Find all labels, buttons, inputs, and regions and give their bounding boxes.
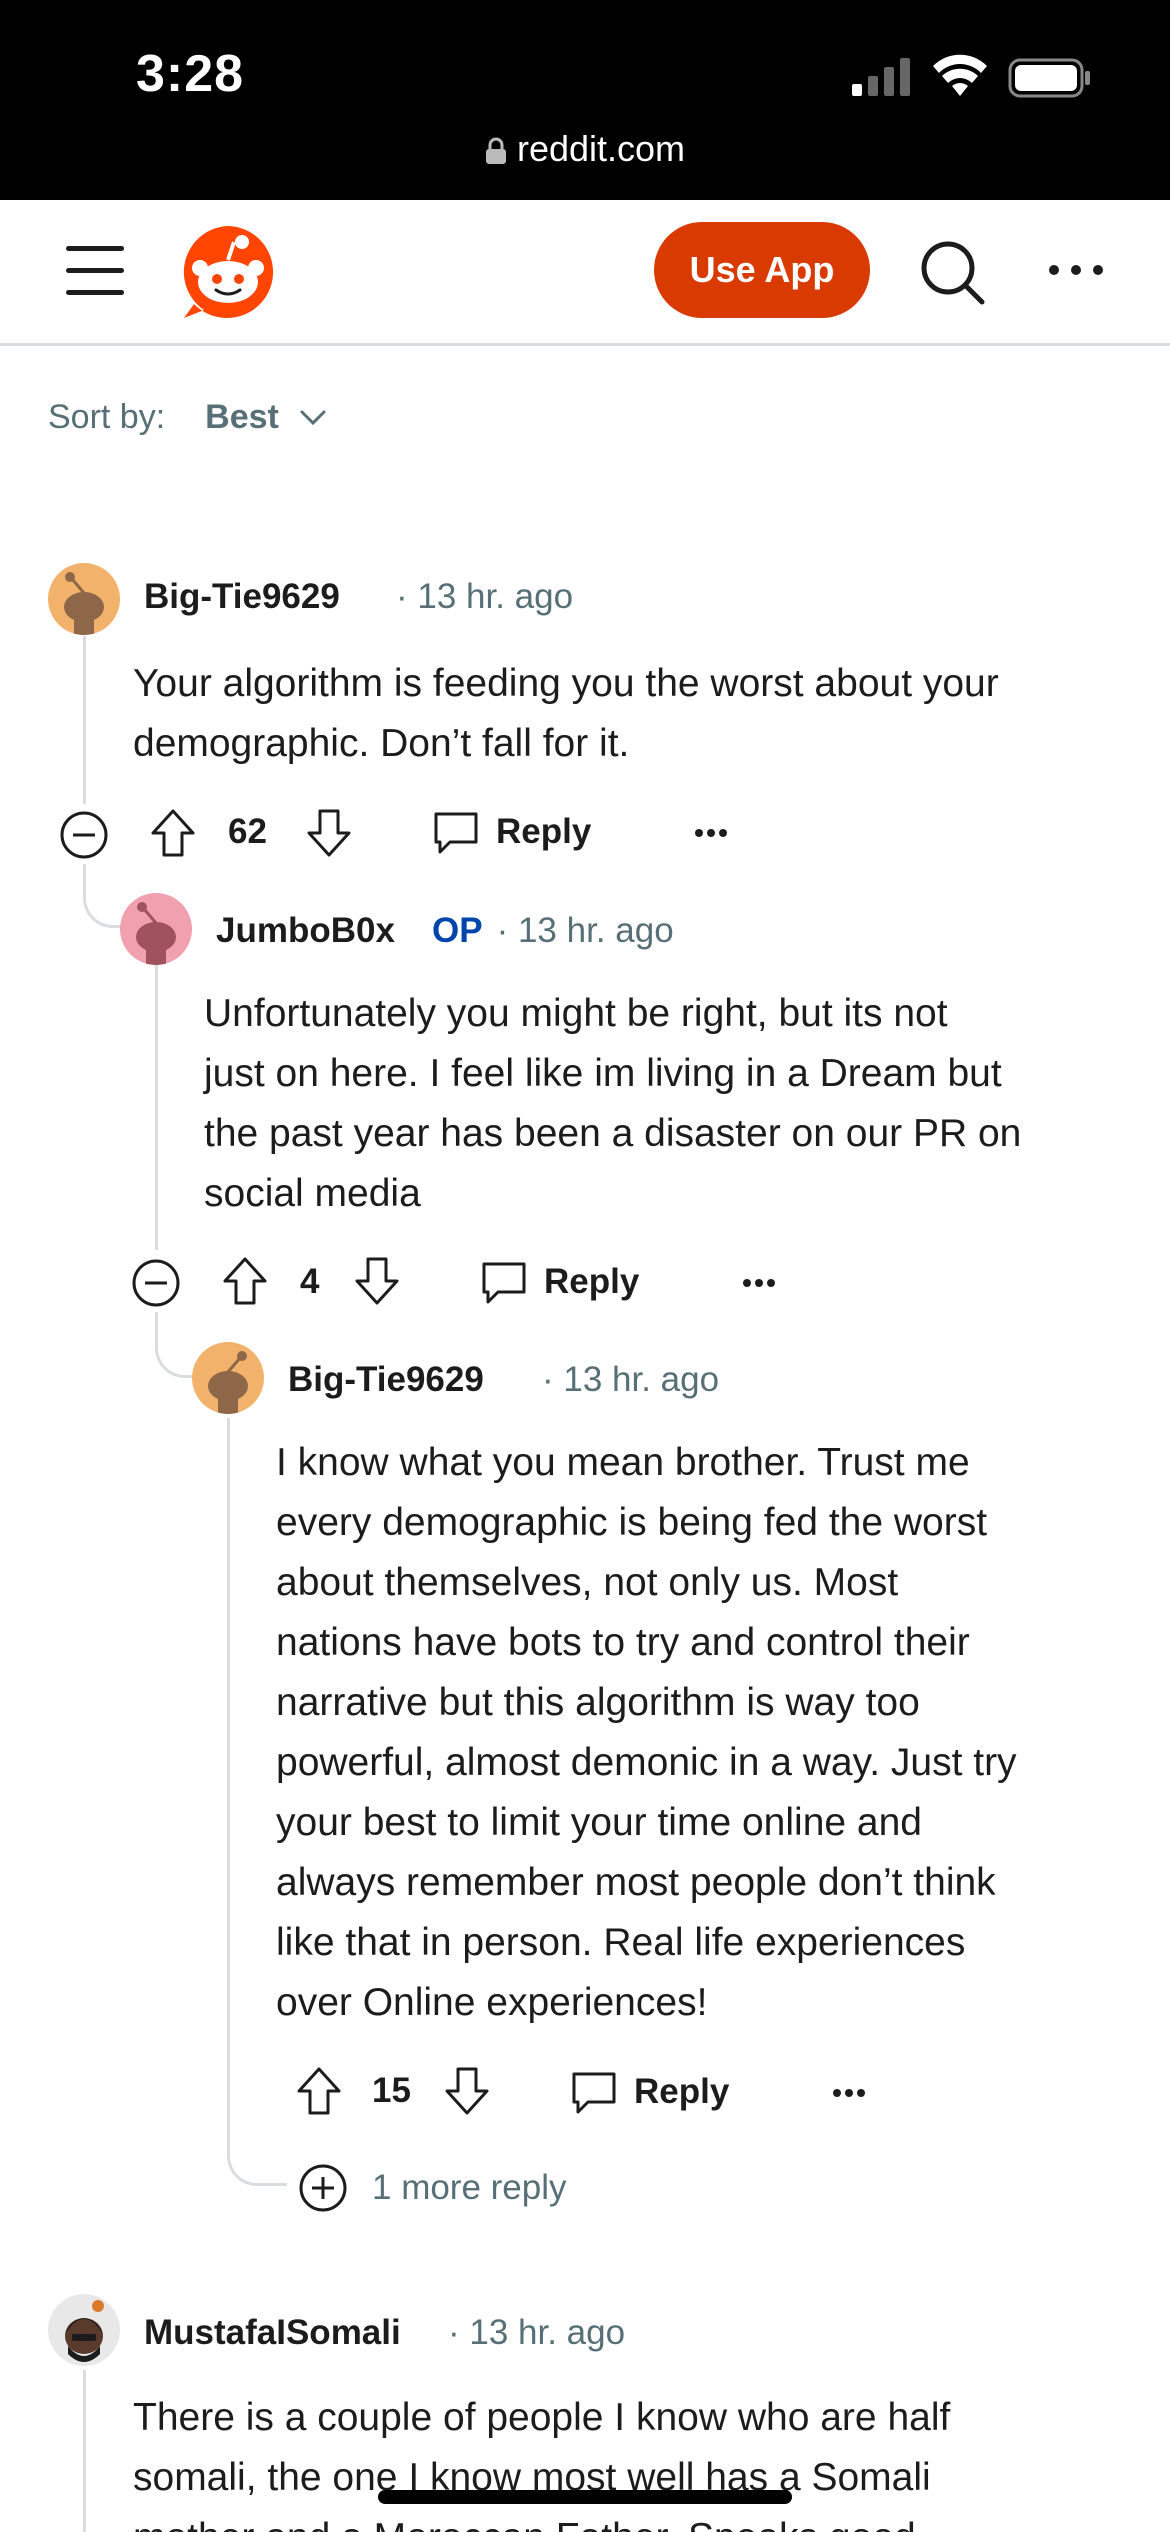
more-icon[interactable] [832,2086,866,2100]
upvote-icon[interactable] [296,2066,342,2116]
downvote-icon[interactable] [444,2066,490,2116]
score: 62 [228,812,267,851]
more-replies-label: 1 more reply [372,2168,567,2207]
reply-button[interactable]: Reply [570,2068,729,2116]
op-badge: OP [432,911,483,950]
more-icon[interactable] [742,1276,776,1290]
upvote-icon[interactable] [222,1256,268,1306]
avatar[interactable] [48,2294,120,2366]
comment-line: mother and a Moroccan Father. Speaks goo… [133,2508,1143,2532]
url-text: reddit.com [516,128,686,169]
comment-author[interactable]: MustafaISomali [144,2313,401,2353]
avatar[interactable] [120,893,192,965]
comment-line: Your algorithm is feeding you the worst … [133,662,999,705]
chevron-down-icon[interactable] [299,409,327,427]
comment-time: 13 hr. ago [563,1360,720,1399]
url-bar[interactable]: reddit.com [0,128,1170,170]
thread-line [227,1418,230,2098]
comment-line: your best to limit your time online and [276,1801,922,1844]
comment-author[interactable]: Big-Tie9629 [288,1360,484,1400]
comment-body: Unfortunately you might be right, but it… [204,984,1144,1224]
reply-icon [572,2072,616,2114]
comment-body: I know what you mean brother. Trust me e… [276,1433,1156,2033]
comment-line: over Online experiences! [276,1981,708,2024]
reply-button[interactable]: Reply [480,1258,639,1306]
comment-line: There is a couple of people I know who a… [133,2396,951,2439]
comment-body: Your algorithm is feeding you the worst … [133,654,1143,774]
menu-icon[interactable] [66,246,124,296]
clock: 3:28 [136,45,245,103]
comment-line: I know what you mean brother. Trust me [276,1441,970,1484]
score: 4 [300,1262,320,1301]
reddit-logo-icon[interactable] [178,222,278,322]
collapse-icon[interactable] [131,1258,181,1308]
comment-line: nations have bots to try and control the… [276,1621,970,1664]
comment-author[interactable]: JumboB0x [216,911,395,951]
collapse-icon[interactable] [59,810,109,860]
comment-body: There is a couple of people I know who a… [133,2388,1143,2532]
avatar[interactable] [48,563,120,635]
comment-author[interactable]: Big-Tie9629 [144,577,340,617]
comment-line: powerful, almost demonic in a way. Just … [276,1741,1017,1784]
downvote-icon[interactable] [354,1256,400,1306]
comment-line: Unfortunately you might be right, but it… [204,992,948,1035]
expand-icon [299,2164,347,2212]
more-replies-button[interactable]: 1 more reply [298,2163,567,2213]
comment-time: 13 hr. ago [469,2313,626,2352]
sort-bar[interactable]: Sort by: Best [48,398,327,437]
score: 15 [372,2071,411,2110]
reply-icon [434,812,478,854]
snoo-avatar-icon [48,2294,120,2366]
thread-line [83,636,86,804]
snoo-avatar-icon [48,563,120,635]
comment-time: 13 hr. ago [417,577,574,616]
signal-icon [852,58,910,96]
comment-line: the past year has been a disaster on our… [204,1112,1022,1155]
comment-meta: · 13 hr. ago [448,2313,626,2352]
snoo-avatar-icon [120,893,192,965]
home-indicator[interactable] [378,2490,792,2504]
search-icon[interactable] [918,238,988,308]
reply-button[interactable]: Reply [432,808,591,856]
comment-line: demographic. Don’t fall for it. [133,722,630,765]
comment-line: always remember most people don’t think [276,1861,996,1904]
more-icon[interactable] [694,826,728,840]
comment-line: about themselves, not only us. Most [276,1561,899,1604]
comment-meta: OP · 13 hr. ago [432,911,674,950]
status-bar: 3:28 reddit.com [0,0,1170,200]
thread-line [83,2370,86,2532]
battery-icon [1008,58,1090,98]
reply-icon [482,1262,526,1304]
wifi-icon [933,54,987,96]
reply-label: Reply [634,2072,730,2111]
comment-line: narrative but this algorithm is way too [276,1681,920,1724]
reply-label: Reply [544,1262,640,1301]
use-app-button[interactable]: Use App [654,222,870,318]
top-nav: Use App [0,200,1170,346]
thread-line [155,964,158,1250]
comment-line: just on here. I feel like im living in a… [204,1052,1002,1095]
comment-meta: · 13 hr. ago [396,577,574,616]
lock-icon [485,138,506,165]
comment-time: 13 hr. ago [517,911,674,950]
snoo-avatar-icon [192,1342,264,1414]
comment-line: every demographic is being fed the worst [276,1501,988,1544]
reply-label: Reply [496,812,592,851]
comment-line: social media [204,1172,421,1215]
upvote-icon[interactable] [150,808,196,858]
sort-value[interactable]: Best [205,398,279,437]
downvote-icon[interactable] [306,808,352,858]
comment-meta: · 13 hr. ago [542,1360,720,1399]
avatar[interactable] [192,1342,264,1414]
comment-line: like that in person. Real life experienc… [276,1921,966,1964]
thread-connector [227,2098,287,2186]
sort-label: Sort by: [48,398,166,436]
more-icon[interactable] [1046,260,1106,280]
